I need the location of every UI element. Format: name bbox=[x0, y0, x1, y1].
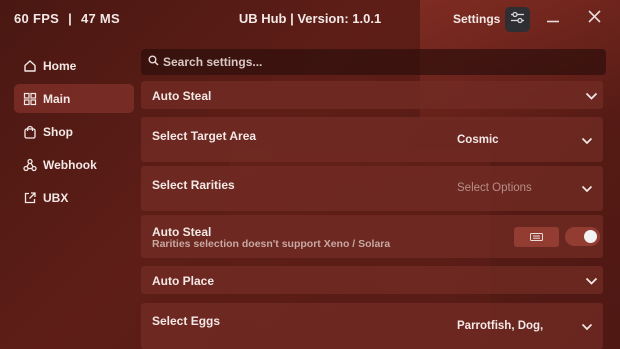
minimize-button[interactable] bbox=[541, 8, 565, 30]
close-button[interactable] bbox=[582, 8, 606, 30]
sidebar-item-shop[interactable]: Shop bbox=[14, 117, 134, 146]
webhook-icon bbox=[22, 157, 38, 173]
dropdown-label: Select Target Area bbox=[152, 129, 257, 143]
search-input[interactable] bbox=[163, 55, 583, 69]
dropdown-value: Parrotfish, Dog, bbox=[457, 320, 544, 332]
keyboard-icon bbox=[530, 228, 543, 246]
section-auto-steal[interactable]: Auto Steal bbox=[141, 81, 603, 109]
sidebar-item-home[interactable]: Home bbox=[14, 51, 134, 80]
chevron-down-icon bbox=[584, 274, 598, 288]
sidebar-item-label: UBX bbox=[43, 190, 69, 205]
sliders-icon bbox=[510, 11, 525, 29]
search-bar[interactable] bbox=[141, 49, 606, 75]
stats-separator: | bbox=[68, 11, 73, 26]
chevron-down-icon bbox=[580, 134, 594, 148]
dropdown-rarities[interactable]: Select Rarities Select Options bbox=[141, 166, 603, 211]
toggle-description: Rarities selection doesn't support Xeno … bbox=[152, 238, 391, 250]
sidebar-item-ubx[interactable]: UBX bbox=[14, 183, 134, 212]
chevron-down-icon bbox=[580, 320, 594, 334]
section-label: Auto Steal bbox=[152, 89, 212, 103]
toggle-knob bbox=[584, 230, 597, 243]
external-link-icon bbox=[22, 190, 38, 206]
ping-text: 47 MS bbox=[80, 11, 121, 26]
sidebar-item-webhook[interactable]: Webhook bbox=[14, 150, 134, 179]
dropdown-placeholder: Select Options bbox=[457, 182, 532, 194]
minus-icon bbox=[546, 10, 560, 28]
settings-panel: Auto Steal Select Target Area Cosmic Sel… bbox=[141, 49, 606, 349]
sidebar-item-label: Home bbox=[43, 58, 77, 73]
grid-icon bbox=[22, 91, 38, 107]
section-label: Auto Place bbox=[152, 274, 215, 288]
settings-label[interactable]: Settings bbox=[453, 12, 500, 26]
shopping-bag-icon bbox=[22, 124, 38, 140]
dropdown-value: Cosmic bbox=[457, 134, 499, 146]
dropdown-eggs[interactable]: Select Eggs Parrotfish, Dog, bbox=[141, 303, 603, 349]
chevron-down-icon bbox=[580, 182, 594, 196]
toggle-auto-steal: Auto Steal Rarities selection doesn't su… bbox=[141, 215, 603, 258]
auto-steal-toggle[interactable] bbox=[565, 227, 600, 246]
sidebar: Home Main Shop Webhook UBX bbox=[14, 51, 134, 216]
settings-button[interactable] bbox=[505, 7, 530, 32]
title-bar: 60 FPS | 47 MS UB Hub | Version: 1.0.1 S… bbox=[0, 0, 620, 38]
sidebar-item-label: Shop bbox=[43, 124, 73, 139]
fps-text: 60 FPS bbox=[14, 11, 60, 26]
toggle-label: Auto Steal bbox=[152, 225, 212, 239]
performance-stats: 60 FPS | 47 MS bbox=[14, 11, 120, 26]
close-icon bbox=[587, 10, 601, 28]
dropdown-label: Select Eggs bbox=[152, 314, 221, 328]
sidebar-item-main[interactable]: Main bbox=[14, 84, 134, 113]
sidebar-item-label: Main bbox=[43, 91, 71, 106]
dropdown-target-area[interactable]: Select Target Area Cosmic bbox=[141, 117, 603, 162]
chevron-down-icon bbox=[584, 89, 598, 103]
sidebar-item-label: Webhook bbox=[43, 157, 97, 172]
dropdown-label: Select Rarities bbox=[152, 178, 235, 192]
search-icon bbox=[148, 53, 159, 71]
keybind-button[interactable] bbox=[514, 227, 559, 247]
home-icon bbox=[22, 58, 38, 74]
section-auto-place[interactable]: Auto Place bbox=[141, 266, 603, 294]
